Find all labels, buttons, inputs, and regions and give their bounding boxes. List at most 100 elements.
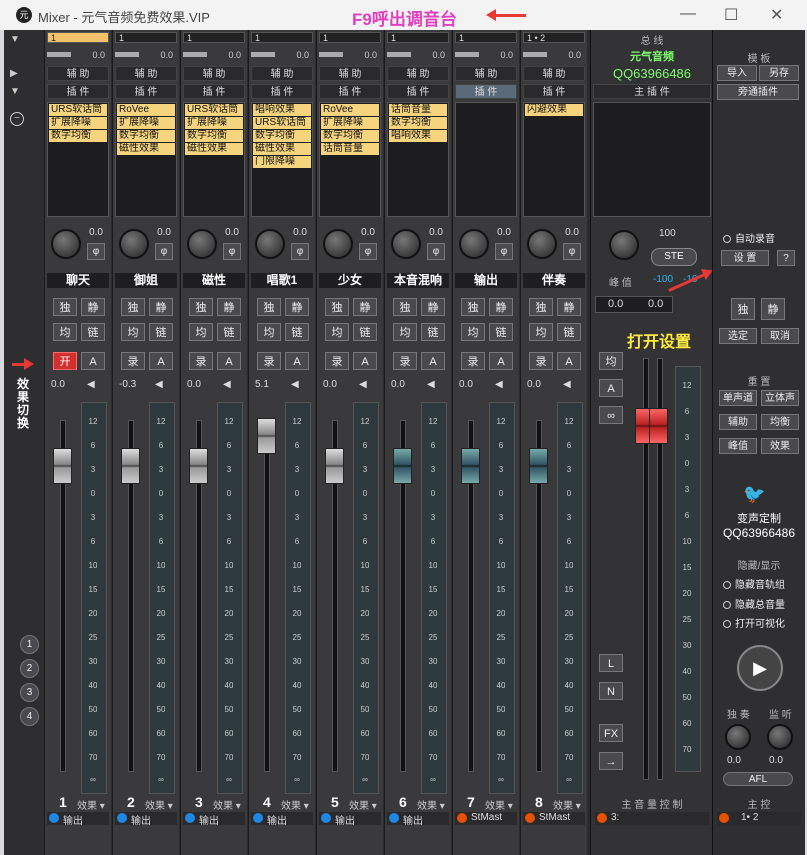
hide-tracks-radio[interactable]: 隐藏音轨组 — [723, 576, 785, 591]
phase-button[interactable]: φ — [495, 243, 513, 260]
automation-button[interactable]: A — [489, 352, 513, 370]
link-icon[interactable]: ∞ — [218, 775, 240, 784]
master-pan-knob[interactable] — [609, 230, 639, 260]
plugin-header[interactable]: 插 件 — [387, 84, 449, 99]
play-icon[interactable]: ▶ — [737, 645, 783, 691]
eq-button[interactable]: 均 — [325, 323, 349, 341]
preset-button-2[interactable]: 2 — [20, 659, 39, 678]
master-eq-button[interactable]: 均 — [599, 352, 623, 370]
effect-reset-button[interactable]: 效果 — [761, 438, 799, 454]
peak-reset-button[interactable]: 峰值 — [719, 438, 757, 454]
help-button[interactable]: ? — [777, 250, 795, 266]
eq-button[interactable]: 均 — [257, 323, 281, 341]
save-as-button[interactable]: 另存 — [759, 65, 799, 81]
link-icon[interactable]: ∞ — [286, 775, 308, 784]
mute-button[interactable]: 静 — [421, 298, 445, 316]
record-button[interactable]: 录 — [325, 352, 349, 370]
settings-button[interactable]: 设 置 — [721, 250, 769, 266]
record-button[interactable]: 录 — [529, 352, 553, 370]
pan-knob[interactable] — [187, 229, 217, 259]
channel-output[interactable]: 输出 — [115, 812, 177, 827]
volume-fader[interactable] — [257, 418, 276, 454]
stereo-reset-button[interactable]: 立体声 — [761, 390, 799, 406]
channel-input-select[interactable]: 1 — [47, 32, 109, 43]
pan-knob[interactable] — [323, 229, 353, 259]
master-output[interactable]: 3: — [595, 812, 709, 825]
fx-dropdown[interactable]: 效果 ▾ — [553, 797, 581, 812]
channel-output[interactable]: StMast — [523, 812, 585, 825]
cancel-button[interactable]: 取消 — [761, 328, 799, 344]
record-button[interactable]: 开 — [53, 352, 77, 370]
plugin-item[interactable]: 扩展降噪 — [185, 117, 243, 129]
aux-header[interactable]: 辅 助 — [523, 66, 585, 81]
plugin-slot[interactable]: 闪避效果 — [523, 102, 585, 217]
channel-input-select[interactable]: 1 — [319, 32, 381, 43]
plugin-item[interactable]: 话筒音量 — [389, 104, 447, 116]
link-icon[interactable]: ∞ — [558, 775, 580, 784]
automation-button[interactable]: A — [557, 352, 581, 370]
plugin-header[interactable]: 插 件 — [251, 84, 313, 99]
solo-button[interactable]: 独 — [257, 298, 281, 316]
plugin-item[interactable]: 磁性效果 — [185, 143, 243, 155]
plugin-header[interactable]: 插 件 — [455, 84, 517, 99]
channel-input-select[interactable]: 1 — [251, 32, 313, 43]
fader-track[interactable] — [264, 420, 270, 772]
select-button[interactable]: 选定 — [719, 328, 757, 344]
mono-button[interactable]: 单声道 — [719, 390, 757, 406]
master-mute-button[interactable]: 静 — [761, 298, 785, 320]
plugin-slot[interactable]: 话筒音量 数字均衡 唱响效果 — [387, 102, 449, 217]
phase-button[interactable]: φ — [359, 243, 377, 260]
link-button[interactable]: 链 — [217, 323, 241, 341]
volume-fader[interactable] — [393, 448, 412, 484]
link-button[interactable]: 链 — [557, 323, 581, 341]
aux-header[interactable]: 辅 助 — [455, 66, 517, 81]
plugin-item[interactable]: 数字均衡 — [321, 130, 379, 142]
eq-button[interactable]: 均 — [461, 323, 485, 341]
mute-button[interactable]: 静 — [489, 298, 513, 316]
fx-dropdown[interactable]: 效果 ▾ — [349, 797, 377, 812]
channel-input-select[interactable]: 1 — [115, 32, 177, 43]
link-button[interactable]: 链 — [81, 323, 105, 341]
pan-knob[interactable] — [527, 229, 557, 259]
solo-button[interactable]: 独 — [529, 298, 553, 316]
phase-button[interactable]: φ — [155, 243, 173, 260]
preset-button-3[interactable]: 3 — [20, 683, 39, 702]
mute-button[interactable]: 静 — [353, 298, 377, 316]
import-button[interactable]: 导入 — [717, 65, 757, 81]
volume-fader[interactable] — [121, 448, 140, 484]
master-solo-button[interactable]: 独 — [731, 298, 755, 320]
fx-dropdown[interactable]: 效果 ▾ — [145, 797, 173, 812]
channel-input-select[interactable]: 1 — [455, 32, 517, 43]
bypass-plugins-button[interactable]: 旁通插件 — [717, 84, 799, 100]
fx-dropdown[interactable]: 效果 ▾ — [213, 797, 241, 812]
aux-header[interactable]: 辅 助 — [319, 66, 381, 81]
master-L-button[interactable]: L — [599, 654, 623, 672]
collapse-arrow-icon[interactable]: ▼ — [10, 34, 24, 46]
channel-output[interactable]: 输出 — [183, 812, 245, 827]
plugin-item[interactable]: 数字均衡 — [117, 130, 175, 142]
master-fader-right[interactable] — [649, 408, 668, 444]
plugin-item[interactable]: 磁性效果 — [253, 143, 311, 155]
master-auto-button[interactable]: A — [599, 379, 623, 397]
expand-arrow-icon[interactable]: ▶ — [10, 68, 24, 80]
channel-input-select[interactable]: 1 • 2 — [523, 32, 585, 43]
link-button[interactable]: 链 — [149, 323, 173, 341]
fx-dropdown[interactable]: 效果 ▾ — [485, 797, 513, 812]
eq-button[interactable]: 均 — [393, 323, 417, 341]
plugin-slot[interactable]: URS软话筒 扩展降噪 数字均衡 磁性效果 — [183, 102, 245, 217]
plugin-item[interactable]: 数字均衡 — [49, 130, 107, 142]
link-button[interactable]: 链 — [489, 323, 513, 341]
plugin-item[interactable]: RoVee — [321, 104, 379, 116]
minimize-icon[interactable]: — — [680, 5, 696, 23]
plugin-header[interactable]: 插 件 — [319, 84, 381, 99]
solo-button[interactable]: 独 — [325, 298, 349, 316]
solo-button[interactable]: 独 — [121, 298, 145, 316]
automation-button[interactable]: A — [421, 352, 445, 370]
preset-button-4[interactable]: 4 — [20, 707, 39, 726]
channel-output[interactable]: 输出 — [387, 812, 449, 827]
plugin-item[interactable]: 数字均衡 — [253, 130, 311, 142]
fx-dropdown[interactable]: 效果 ▾ — [417, 797, 445, 812]
plugin-slot[interactable]: RoVee 扩展降噪 数字均衡 话筒音量 — [319, 102, 381, 217]
automation-button[interactable]: A — [217, 352, 241, 370]
automation-button[interactable]: A — [149, 352, 173, 370]
